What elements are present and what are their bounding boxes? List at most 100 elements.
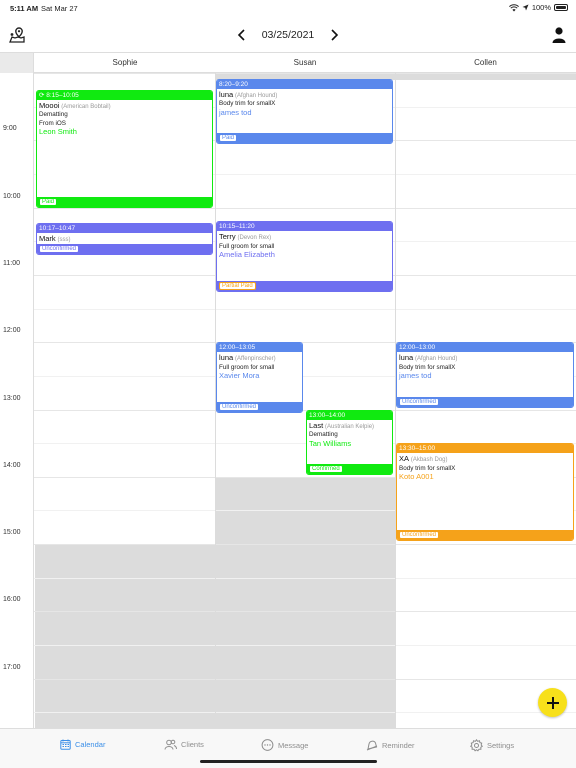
appointment-time-text: 8:20–9:20 [219, 80, 248, 88]
appointment-footer: Unconfirmed [397, 397, 573, 408]
settings-icon [470, 739, 483, 752]
appointment-card[interactable]: ⟳ 8:15–10:05 Moooi (American Bobtail) Dema… [36, 89, 213, 208]
grid-line [34, 207, 576, 209]
status-badge: Paid [39, 197, 58, 206]
tab-label: Calendar [75, 740, 106, 749]
appointment-card[interactable]: 13:00–14:00 Last (Australian Kelpie) Demat… [306, 409, 393, 476]
appointment-time: 10:17–10:47 [37, 224, 212, 234]
appointment-time-text: 8:15–10:05 [46, 91, 79, 99]
status-bar: 5:11 AM Sat Mar 27 100% [0, 0, 576, 16]
client-name: Leon Smith [39, 127, 77, 137]
hour-label: 9:00 [3, 125, 17, 133]
grid-line [34, 712, 576, 714]
appointment-time-text: 13:30–15:00 [399, 445, 436, 453]
appointment-footer: Unconfirmed [397, 529, 573, 540]
add-appointment-button[interactable] [538, 688, 567, 717]
appointment-footer: Paid [217, 132, 392, 143]
tab-calendar[interactable]: Calendar [60, 739, 105, 750]
grid-line [34, 73, 576, 74]
appointment-time: 13:00–14:00 [307, 410, 392, 420]
pet-line: XA (Akbash Dog) [399, 454, 571, 465]
appointment-time-text: 13:00–14:00 [309, 411, 346, 419]
status-badge: Unconfirmed [399, 530, 440, 539]
calendar-grid[interactable]: 9:00 10:00 11:00 12:00 13:00 14:00 15:00 16:00 1… [0, 73, 576, 728]
appointment-card[interactable]: 10:17–10:47 Mark (sss) Unconfirmed [36, 223, 213, 255]
appointment-body: Terry (Devon Rex) Full groom for small Ame… [217, 231, 392, 260]
pet-name: Last [309, 420, 324, 430]
service-name: Dematting [39, 111, 68, 119]
pet-line: luna (Afghan Hound) [399, 353, 571, 364]
pet-name: XA [399, 454, 410, 464]
user-icon[interactable] [550, 26, 568, 44]
pet-breed: (Afghan Hound) [235, 92, 278, 99]
calendar-icon [60, 739, 71, 750]
staff-header: Sophie Susan Collen [0, 52, 576, 73]
grid-line [34, 544, 576, 546]
grid-line [34, 678, 576, 680]
appointment-card[interactable]: 10:15–11:20 Terry (Devon Rex) Full groom f… [216, 221, 393, 292]
status-badge: Partial Paid [219, 281, 256, 290]
appointment-time: 12:00–13:00 [397, 343, 573, 353]
wifi-icon [508, 3, 519, 11]
time-axis: 9:00 10:00 11:00 12:00 13:00 14:00 15:00 16:00 1… [0, 73, 34, 728]
pet-breed: (Affenpinscher) [235, 356, 276, 363]
tab-clients[interactable]: Clients [164, 739, 204, 750]
grid-line [34, 409, 576, 411]
header-corner [0, 53, 34, 73]
battery-icon [554, 4, 568, 11]
pet-breed: (Devon Rex) [237, 235, 272, 242]
pet-name: luna [219, 89, 234, 99]
chevron-left-icon[interactable] [236, 28, 248, 42]
appointment-card[interactable]: 13:30–15:00 XA (Akbash Dog) Body trim for … [396, 443, 574, 541]
unavailable-block [35, 544, 215, 728]
appointment-card[interactable]: 12:00–13:00 luna (Afghan Hound) Body trim … [396, 342, 574, 409]
hour-label: 14:00 [3, 461, 21, 469]
status-badge: Unconfirmed [39, 244, 80, 253]
appointment-card[interactable]: 12:00–13:05 luna (Affenpinscher) Full groo… [216, 342, 303, 413]
appointment-body: luna (Afghan Hound) Body trim for smallX j… [397, 352, 573, 381]
appointment-time-text: 10:17–10:47 [39, 225, 76, 233]
hour-label: 13:00 [3, 394, 21, 402]
tab-reminder[interactable]: Reminder [366, 739, 415, 751]
client-name: james tod [399, 371, 432, 381]
hour-label: 12:00 [3, 327, 21, 335]
grid-line [34, 645, 576, 647]
appointment-time: 8:20–9:20 [217, 79, 392, 89]
appointment-time: 13:30–15:00 [397, 444, 573, 454]
pet-breed: (American Bobtail) [61, 103, 111, 110]
appointment-card[interactable]: 8:20–9:20 luna (Afghan Hound) Body trim fo… [216, 78, 393, 144]
plus-icon [546, 696, 559, 709]
unavailable-block [215, 476, 395, 728]
staff-name-sophie: Sophie [112, 58, 138, 67]
pet-name: luna [219, 353, 234, 363]
grid-line [34, 611, 576, 613]
status-time: 5:11 AM [10, 4, 39, 13]
map-pin-icon[interactable] [8, 26, 26, 44]
battery-percent: 100% [531, 3, 551, 12]
status-badge: Paid [219, 133, 238, 142]
tab-label: Message [278, 740, 309, 750]
appointment-footer: Unconfirmed [217, 401, 302, 412]
appointment-footer: Confirmed [307, 464, 392, 475]
home-indicator [200, 760, 377, 763]
pet-line: Moooi (American Bobtail) [39, 101, 210, 112]
tab-message[interactable]: Message [261, 739, 308, 751]
client-name: Xavier Mora [219, 371, 260, 381]
pet-line: Terry (Devon Rex) [219, 232, 390, 243]
tab-settings[interactable]: Settings [470, 739, 514, 752]
pet-name: Terry [219, 232, 236, 242]
appointment-time: 10:15–11:20 [217, 222, 392, 232]
chevron-right-icon[interactable] [328, 28, 340, 42]
appointment-body: luna (Affenpinscher) Full groom for small… [217, 352, 302, 381]
client-name: Tan Williams [309, 438, 352, 448]
grid-line [34, 308, 576, 310]
hour-label: 11:00 [3, 259, 20, 267]
status-badge: Confirmed [309, 465, 343, 474]
tab-label: Clients [181, 740, 204, 749]
current-date[interactable]: 03/25/2021 [262, 29, 315, 41]
client-name: james tod [219, 107, 252, 117]
status-date: Sat Mar 27 [41, 4, 78, 13]
staff-name-collen: Collen [474, 58, 497, 67]
staff-name-susan: Susan [293, 58, 317, 67]
hour-label: 15:00 [3, 529, 21, 537]
